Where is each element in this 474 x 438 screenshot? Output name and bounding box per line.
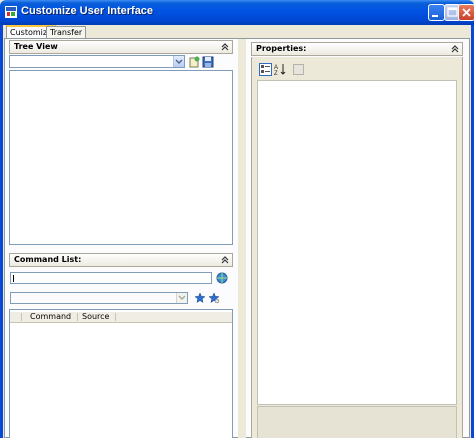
grid-header: Command Source: [10, 312, 232, 323]
close-icon: [462, 8, 471, 17]
app-icon: [5, 6, 17, 18]
new-file-icon[interactable]: [188, 56, 200, 68]
svg-text:Z: Z: [274, 71, 278, 76]
combo-dropdown-button[interactable]: [173, 56, 184, 67]
collapse-icon[interactable]: [450, 44, 460, 54]
tree-view-title: Tree View: [14, 42, 58, 51]
property-description-area: [257, 406, 457, 438]
tree-view-area[interactable]: [9, 70, 233, 245]
sort-az-icon[interactable]: A Z: [274, 63, 287, 76]
column-command[interactable]: Command: [30, 312, 71, 322]
command-list-grid[interactable]: Command Source: [9, 309, 233, 438]
command-filter-combo[interactable]: [10, 292, 188, 304]
collapse-icon[interactable]: [220, 255, 230, 265]
window-title: Customize User Interface: [21, 5, 154, 17]
collapse-icon[interactable]: [220, 42, 230, 52]
column-separator: [115, 313, 116, 321]
command-list-title: Command List:: [14, 255, 82, 264]
command-list-header[interactable]: Command List:: [9, 253, 233, 267]
chevron-down-icon: [175, 59, 183, 64]
tree-view-header[interactable]: Tree View: [9, 40, 233, 54]
chevron-down-icon: [178, 295, 186, 300]
column-separator: [21, 313, 22, 321]
minimize-button[interactable]: [428, 4, 445, 21]
star-add-icon[interactable]: [194, 292, 206, 304]
properties-grid[interactable]: [257, 80, 457, 405]
properties-header[interactable]: Properties:: [251, 42, 463, 56]
minimize-icon: [432, 15, 438, 17]
title-bar[interactable]: Customize User Interface: [0, 0, 474, 25]
save-icon[interactable]: [202, 56, 214, 68]
column-splitter[interactable]: [238, 39, 246, 438]
properties-title: Properties:: [256, 44, 307, 53]
tab-transfer[interactable]: Transfer: [46, 26, 87, 38]
star-icon[interactable]: [208, 292, 220, 304]
categorized-icon[interactable]: [259, 63, 272, 76]
column-source[interactable]: Source: [82, 312, 109, 322]
text-caret: [13, 275, 14, 282]
command-search-input[interactable]: [10, 272, 212, 284]
close-button[interactable]: [458, 4, 474, 21]
window-frame-left: [0, 25, 3, 438]
column-separator: [77, 313, 78, 321]
search-globe-icon[interactable]: [216, 272, 228, 284]
filter-dropdown-button[interactable]: [176, 293, 187, 303]
property-pages-icon[interactable]: [293, 64, 304, 75]
tree-view-combo[interactable]: [9, 55, 185, 68]
